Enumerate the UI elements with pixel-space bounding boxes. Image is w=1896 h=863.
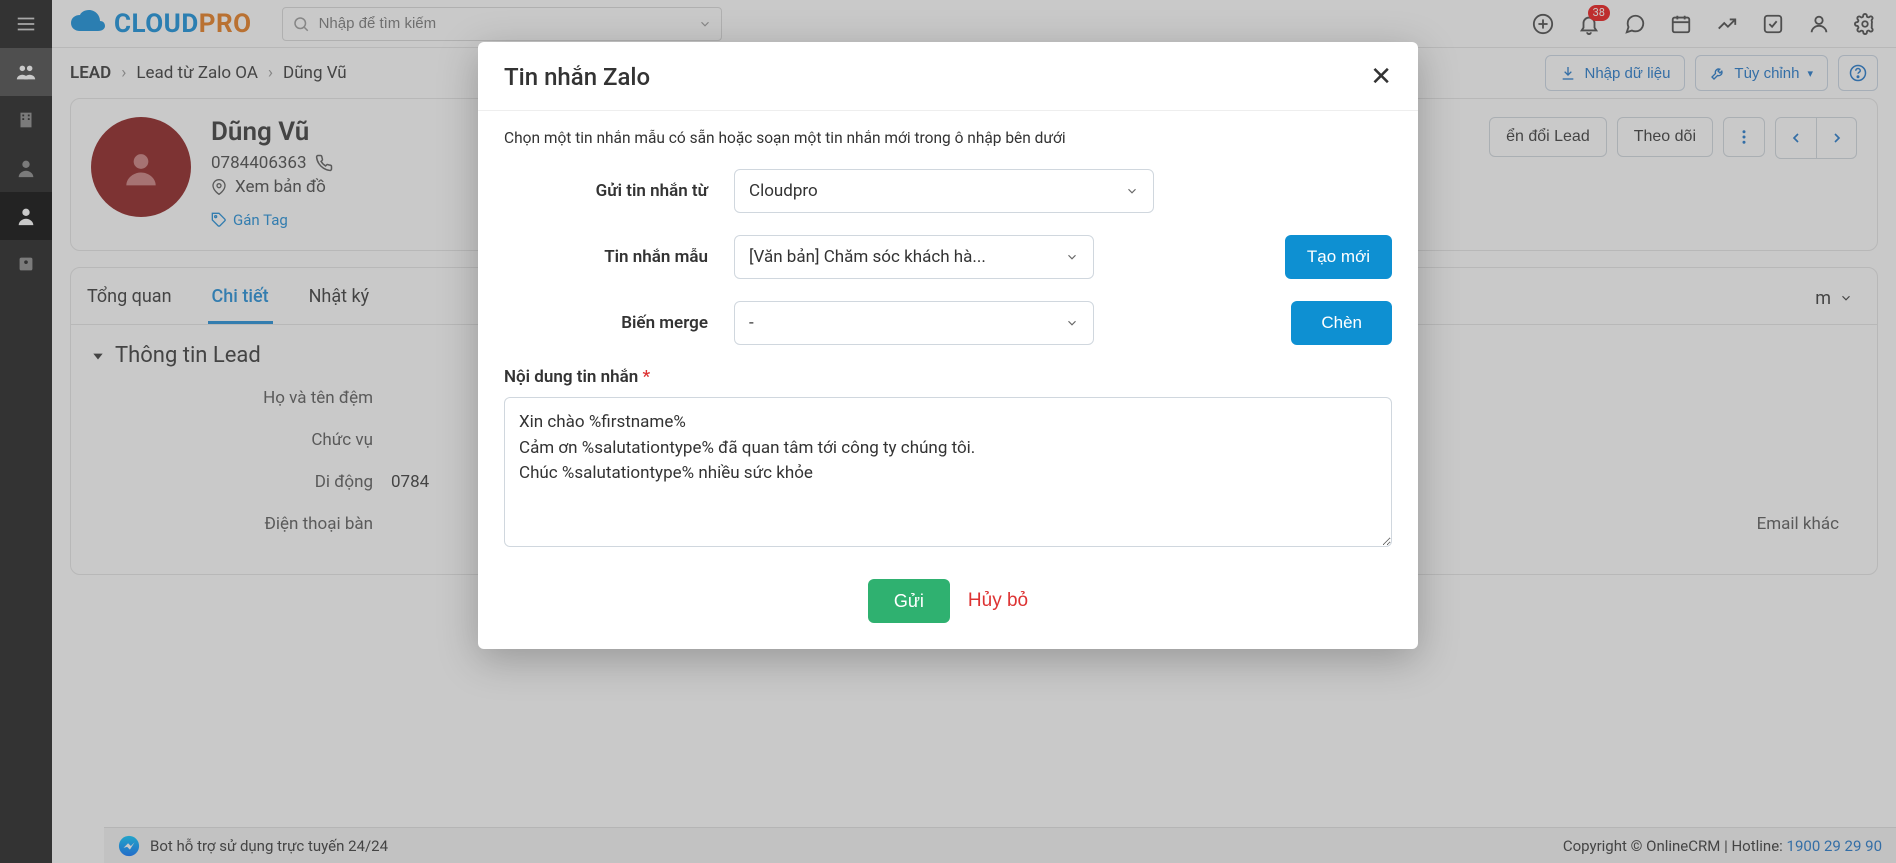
merge-select[interactable]: - bbox=[734, 301, 1094, 345]
template-label: Tin nhắn mẫu bbox=[504, 247, 734, 267]
message-textarea[interactable] bbox=[504, 397, 1392, 547]
modal-title: Tin nhắn Zalo bbox=[504, 63, 650, 91]
chevron-down-icon bbox=[1065, 316, 1079, 330]
send-button[interactable]: Gửi bbox=[868, 579, 950, 623]
from-label: Gửi tin nhắn từ bbox=[504, 181, 734, 201]
zalo-message-modal: Tin nhắn Zalo ✕ Chọn một tin nhắn mẫu có… bbox=[478, 42, 1418, 649]
insert-button[interactable]: Chèn bbox=[1291, 301, 1392, 345]
content-label: Nội dung tin nhắn * bbox=[504, 367, 1392, 387]
template-select[interactable]: [Văn bản] Chăm sóc khách hà... bbox=[734, 235, 1094, 279]
merge-label: Biến merge bbox=[504, 313, 734, 333]
chevron-down-icon bbox=[1065, 250, 1079, 264]
modal-overlay[interactable]: Tin nhắn Zalo ✕ Chọn một tin nhắn mẫu có… bbox=[0, 0, 1896, 863]
close-icon[interactable]: ✕ bbox=[1370, 62, 1392, 92]
create-new-button[interactable]: Tạo mới bbox=[1285, 235, 1392, 279]
chevron-down-icon bbox=[1125, 184, 1139, 198]
modal-description: Chọn một tin nhắn mẫu có sẵn hoặc soạn m… bbox=[504, 129, 1392, 147]
cancel-button[interactable]: Hủy bỏ bbox=[968, 590, 1028, 612]
from-select[interactable]: Cloudpro bbox=[734, 169, 1154, 213]
